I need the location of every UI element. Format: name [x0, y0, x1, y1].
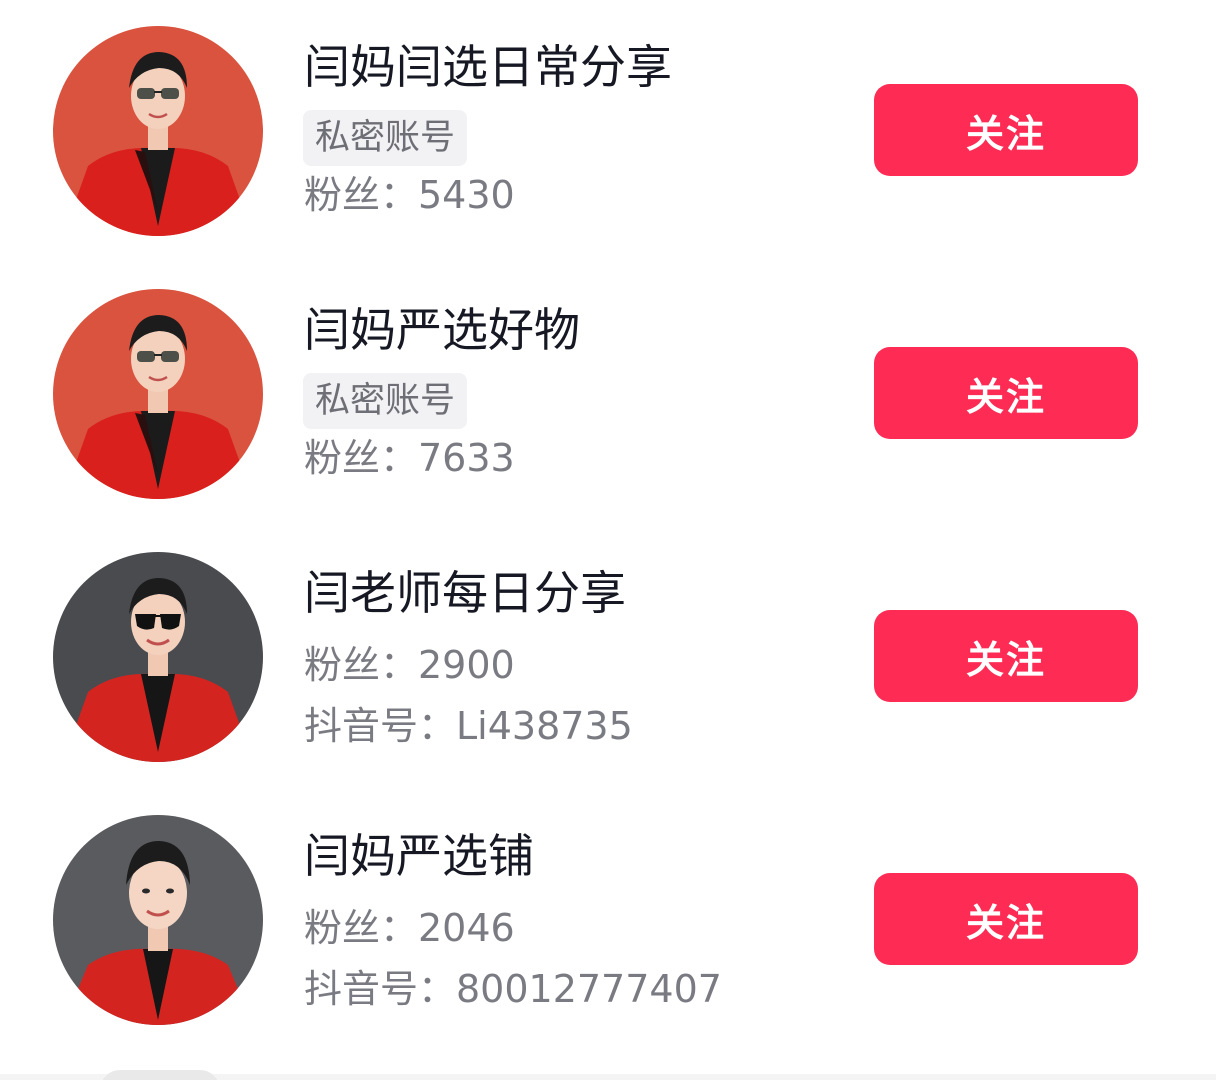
- account-name: 闫妈闫选日常分享: [304, 40, 672, 94]
- user-list-item[interactable]: 闫妈严选好物 私密账号 粉丝：7633 关注: [0, 263, 1216, 513]
- avatar-portrait-image: [53, 815, 263, 1025]
- avatar[interactable]: [53, 289, 263, 499]
- user-list-item[interactable]: 闫妈严选铺 粉丝：2046 抖音号：80012777407 关注: [0, 789, 1216, 1039]
- avatar-portrait-image: [53, 289, 263, 499]
- fans-count: 粉丝：5430: [304, 173, 515, 217]
- follow-button[interactable]: 关注: [874, 873, 1138, 965]
- fans-count: 粉丝：2900: [304, 643, 515, 687]
- user-list-item[interactable]: 闫老师每日分享 粉丝：2900 抖音号：Li438735 关注: [0, 526, 1216, 776]
- fans-count: 粉丝：7633: [304, 436, 515, 480]
- follow-button[interactable]: 关注: [874, 84, 1138, 176]
- fans-count: 粉丝：2046: [304, 906, 515, 950]
- follow-button[interactable]: 关注: [874, 610, 1138, 702]
- account-name: 闫妈严选好物: [304, 303, 580, 357]
- private-account-badge: 私密账号: [303, 373, 468, 429]
- douyin-id: 抖音号：80012777407: [304, 967, 722, 1011]
- avatar-portrait-image: [53, 26, 263, 236]
- avatar[interactable]: [53, 552, 263, 762]
- account-name: 闫妈严选铺: [304, 829, 534, 883]
- next-avatar-peek: [100, 1070, 220, 1080]
- avatar[interactable]: [53, 815, 263, 1025]
- douyin-id: 抖音号：Li438735: [304, 704, 633, 748]
- user-list-item[interactable]: 闫妈闫选日常分享 私密账号 粉丝：5430 关注: [0, 0, 1216, 250]
- follow-button[interactable]: 关注: [874, 347, 1138, 439]
- avatar[interactable]: [53, 26, 263, 236]
- avatar-portrait-image: [53, 552, 263, 762]
- account-name: 闫老师每日分享: [304, 566, 626, 620]
- private-account-badge: 私密账号: [303, 110, 468, 166]
